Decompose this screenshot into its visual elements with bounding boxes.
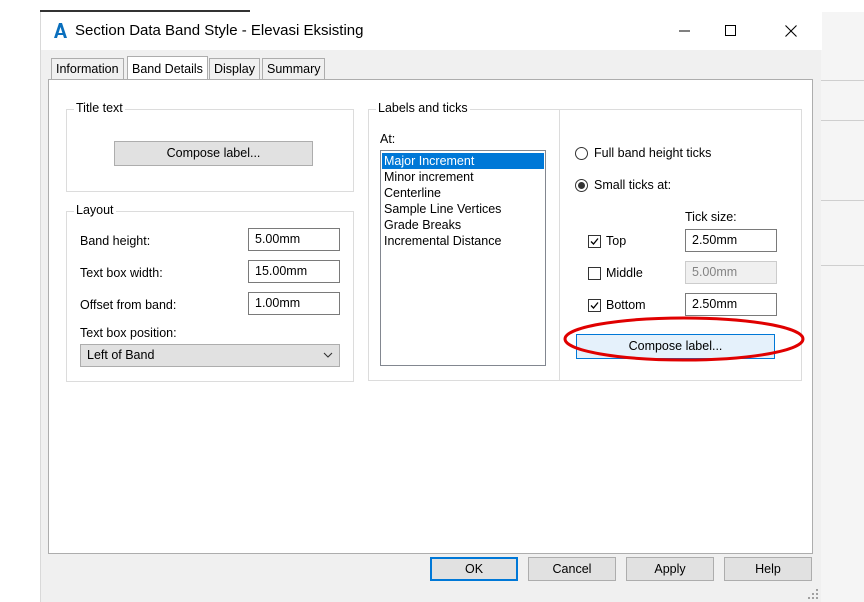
tab-display[interactable]: Display xyxy=(209,58,260,79)
maximize-button[interactable] xyxy=(708,12,754,50)
text-box-width-label: Text box width: xyxy=(80,266,163,280)
at-listbox[interactable]: Major Increment Minor increment Centerli… xyxy=(380,150,546,366)
labels-and-ticks-group-title: Labels and ticks xyxy=(376,101,470,115)
small-ticks-radio[interactable] xyxy=(575,179,588,192)
tab-information[interactable]: Information xyxy=(51,58,124,79)
text-box-width-input[interactable]: 15.00mm xyxy=(248,260,340,283)
list-item[interactable]: Centerline xyxy=(382,185,544,201)
small-ticks-label[interactable]: Small ticks at: xyxy=(594,178,671,192)
background-divider xyxy=(821,120,864,121)
dialog-window: Section Data Band Style - Elevasi Eksist… xyxy=(40,12,822,602)
full-band-height-label[interactable]: Full band height ticks xyxy=(594,146,711,160)
minimize-button[interactable] xyxy=(662,12,708,50)
checkmark-icon xyxy=(590,238,599,245)
help-button[interactable]: Help xyxy=(724,557,812,581)
checkmark-icon xyxy=(590,302,599,309)
text-box-position-value: Left of Band xyxy=(87,348,155,362)
middle-checkbox[interactable] xyxy=(588,267,601,280)
at-label: At: xyxy=(380,132,396,146)
text-box-position-select[interactable]: Left of Band xyxy=(80,344,340,367)
background-divider xyxy=(821,80,864,81)
close-button[interactable] xyxy=(768,12,814,50)
text-box-position-label: Text box position: xyxy=(80,326,177,340)
tick-size-label: Tick size: xyxy=(685,210,737,224)
list-item[interactable]: Major Increment xyxy=(382,153,544,169)
band-height-input[interactable]: 5.00mm xyxy=(248,228,340,251)
maximize-icon xyxy=(725,25,736,36)
layout-group-title: Layout xyxy=(74,203,116,217)
autocad-app-icon xyxy=(54,23,67,38)
ok-button[interactable]: OK xyxy=(430,557,518,581)
tab-band-details[interactable]: Band Details xyxy=(127,56,208,80)
offset-from-band-label: Offset from band: xyxy=(80,298,177,312)
middle-tick-size-input: 5.00mm xyxy=(685,261,777,284)
middle-label[interactable]: Middle xyxy=(606,266,643,280)
layout-group: Layout Band height: 5.00mm Text box widt… xyxy=(66,203,354,382)
annotation-ellipse xyxy=(563,316,805,362)
resize-grip-icon[interactable] xyxy=(807,588,819,600)
background-divider xyxy=(821,265,864,266)
list-item[interactable]: Minor increment xyxy=(382,169,544,185)
group-divider xyxy=(559,110,560,380)
full-band-height-radio[interactable] xyxy=(575,147,588,160)
offset-from-band-input[interactable]: 1.00mm xyxy=(248,292,340,315)
title-text-group-title: Title text xyxy=(74,101,125,115)
top-checkbox[interactable] xyxy=(588,235,601,248)
apply-button[interactable]: Apply xyxy=(626,557,714,581)
background-window-right xyxy=(821,12,864,602)
list-item[interactable]: Sample Line Vertices xyxy=(382,201,544,217)
top-label[interactable]: Top xyxy=(606,234,626,248)
cancel-button[interactable]: Cancel xyxy=(528,557,616,581)
list-item[interactable]: Incremental Distance xyxy=(382,233,544,249)
title-compose-label-button[interactable]: Compose label... xyxy=(114,141,313,166)
list-item[interactable]: Grade Breaks xyxy=(382,217,544,233)
tab-summary[interactable]: Summary xyxy=(262,58,326,79)
top-tick-size-input[interactable]: 2.50mm xyxy=(685,229,777,252)
bottom-label[interactable]: Bottom xyxy=(606,298,646,312)
close-icon xyxy=(785,25,797,37)
window-title: Section Data Band Style - Elevasi Eksist… xyxy=(75,22,364,39)
title-text-group: Title text Compose label... xyxy=(66,101,354,192)
chevron-down-icon xyxy=(323,345,333,373)
minimize-icon xyxy=(679,30,690,32)
title-bar[interactable]: Section Data Band Style - Elevasi Eksist… xyxy=(41,12,822,50)
background-divider xyxy=(821,200,864,201)
bottom-checkbox[interactable] xyxy=(588,299,601,312)
band-height-label: Band height: xyxy=(80,234,151,248)
